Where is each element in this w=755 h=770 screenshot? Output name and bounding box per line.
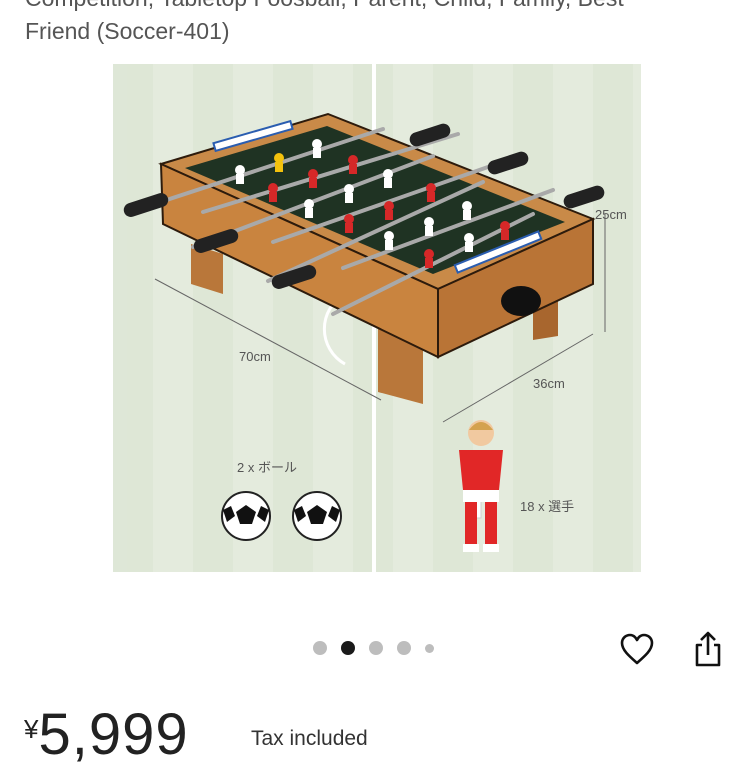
favorite-button[interactable] (617, 628, 657, 670)
soccer-ball-icon (221, 491, 271, 541)
width-label: 70cm (239, 349, 271, 364)
heart-icon (620, 633, 654, 665)
players-label: 18 x 選手 (520, 499, 574, 514)
price: ¥ 5,999 (24, 700, 189, 770)
balls-label: 2 x ボール (237, 460, 297, 475)
foosball-table-illustration: 70cm 36cm 25cm 2 x ボール 18 x 選手 (113, 64, 633, 572)
carousel-dot-2[interactable] (341, 641, 355, 655)
currency-symbol: ¥ (24, 714, 39, 744)
height-label: 25cm (595, 207, 627, 222)
share-button[interactable] (688, 628, 728, 670)
product-image[interactable]: 70cm 36cm 25cm 2 x ボール 18 x 選手 (113, 64, 641, 572)
product-title-line-1: Competition, Tabletop Foosball, Parent, … (25, 0, 735, 15)
depth-label: 36cm (533, 376, 565, 391)
product-title-line-2: Friend (Soccer-401) (25, 18, 230, 44)
carousel-dot-3[interactable] (369, 641, 383, 655)
carousel-dot-4[interactable] (397, 641, 411, 655)
carousel-dot-5[interactable] (425, 643, 434, 653)
share-icon (695, 631, 721, 667)
carousel-dots (313, 641, 434, 655)
soccer-ball-icon (292, 491, 342, 541)
price-amount: 5,999 (38, 702, 189, 767)
tax-note: Tax included (251, 727, 368, 750)
product-title: Competition, Tabletop Foosball, Parent, … (25, 0, 735, 48)
carousel-dot-1[interactable] (313, 641, 327, 655)
